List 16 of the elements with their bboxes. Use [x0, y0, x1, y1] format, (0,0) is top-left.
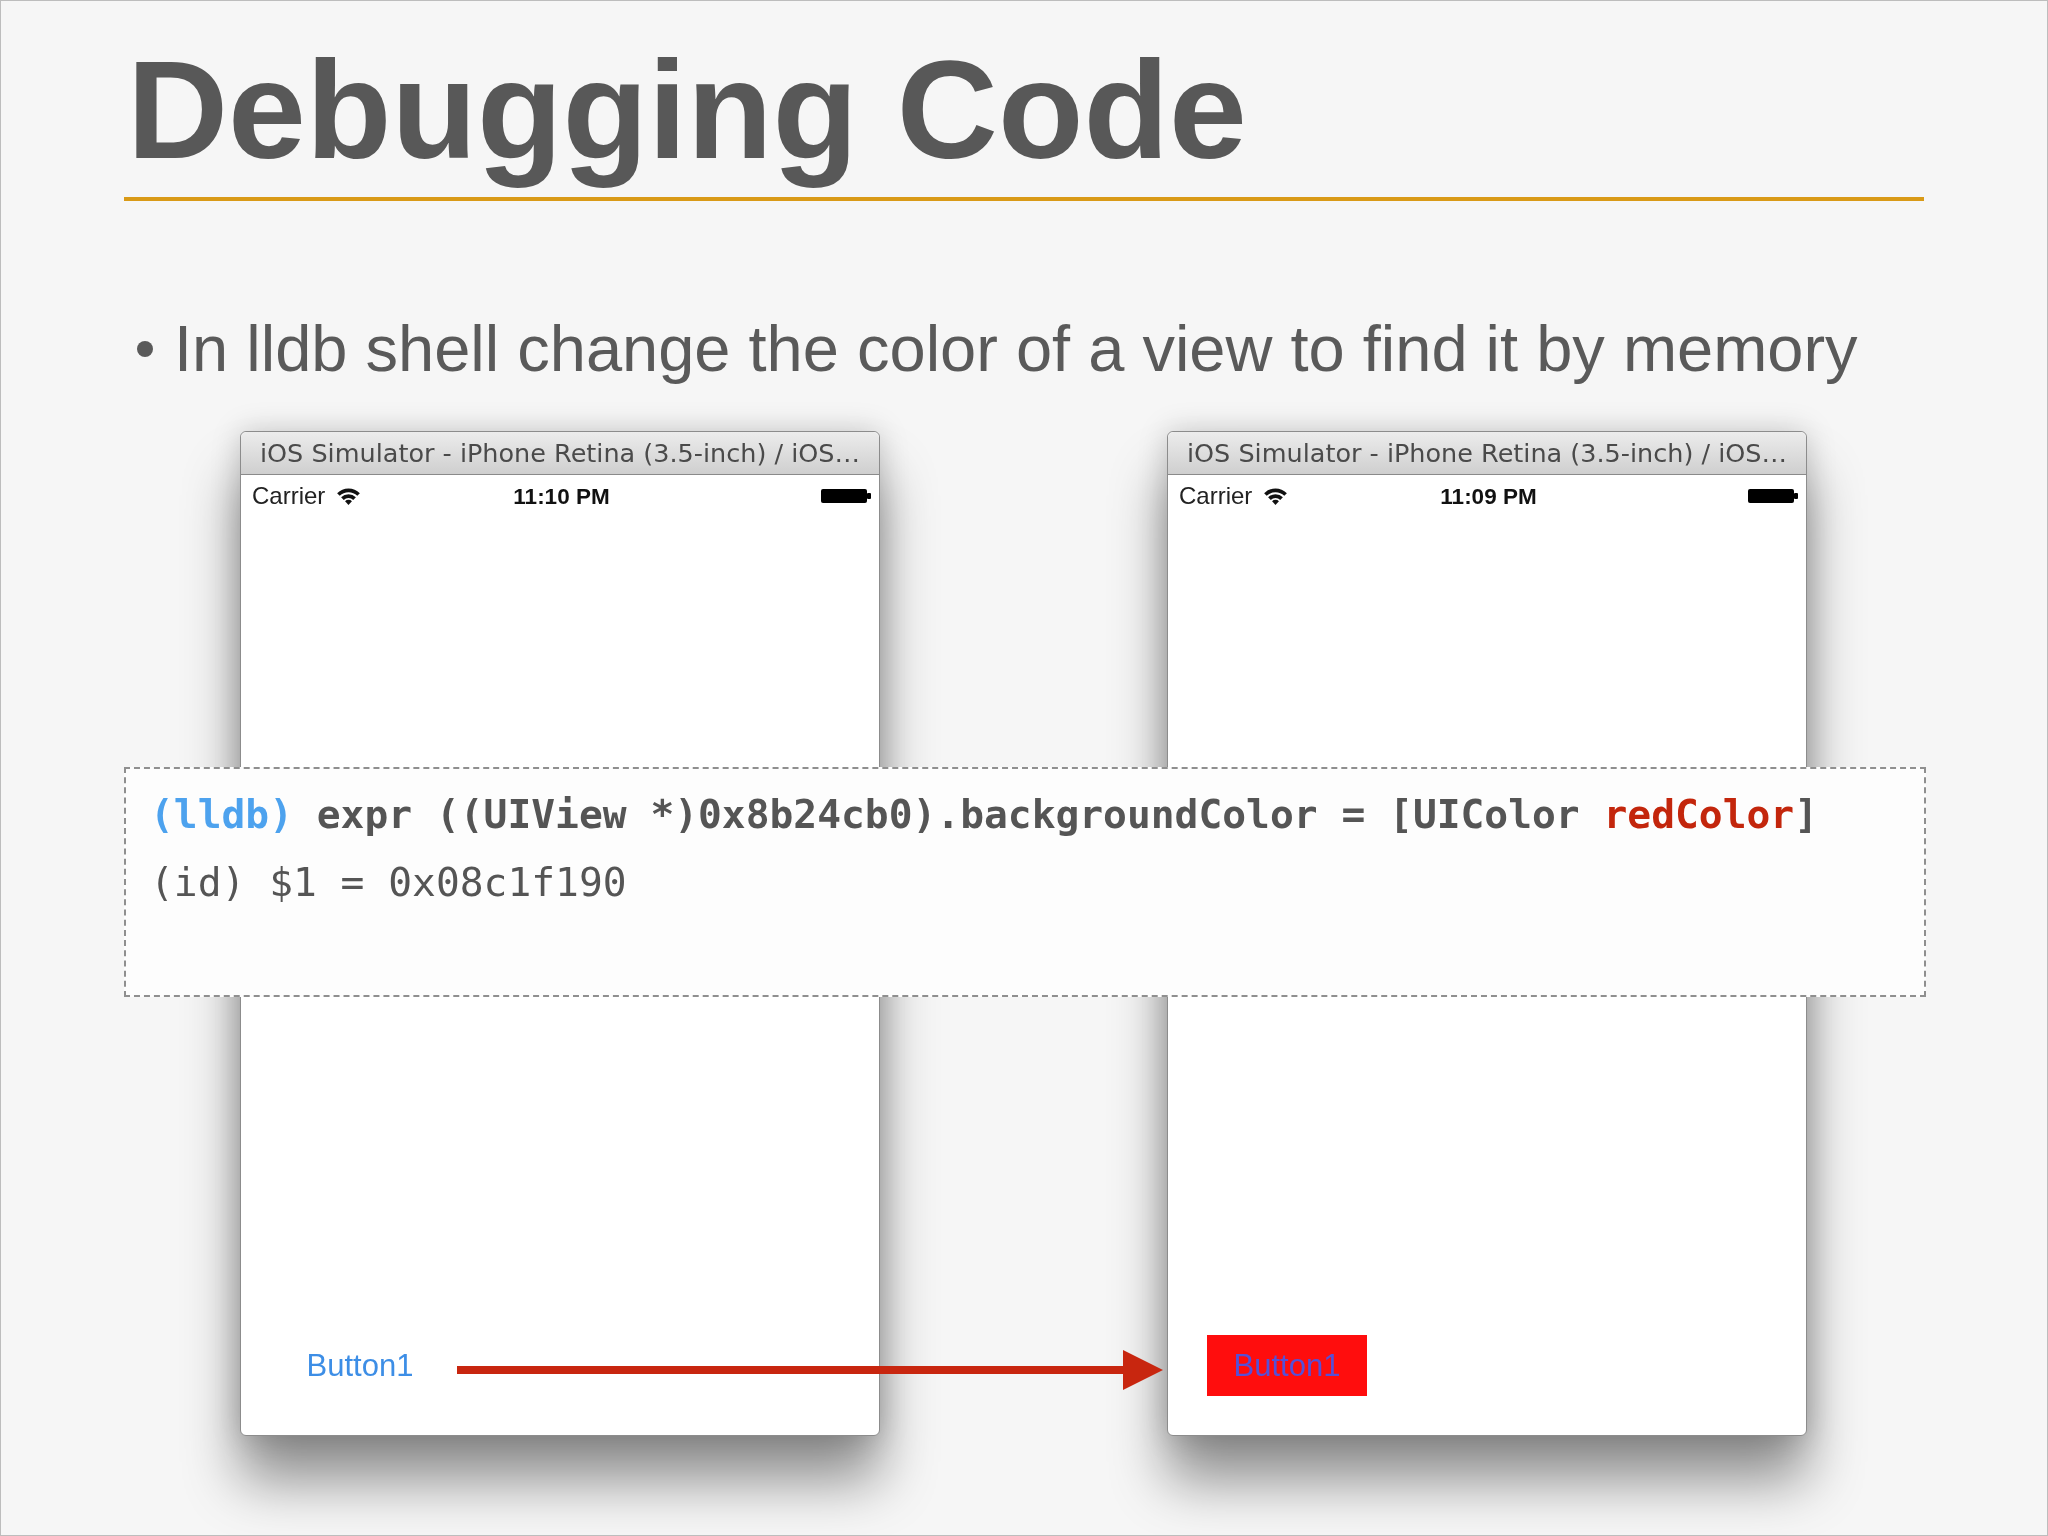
wifi-icon: [336, 487, 362, 505]
app-button[interactable]: Button1: [280, 1335, 440, 1396]
carrier-label: Carrier: [252, 481, 326, 511]
code-line: (id) $1 = 0x08c1f190: [150, 858, 627, 907]
slide-title: Debugging Code: [127, 30, 1247, 190]
bullet-text: In lldb shell change the color of a view to find it by memory: [174, 311, 1858, 387]
window-title: iOS Simulator - iPhone Retina (3.5-inch) / iOS…: [1186, 437, 1788, 469]
bullet-icon: [137, 341, 153, 357]
wifi-icon: [1263, 487, 1289, 505]
code-line: (lldb) expr ((UIView *)0x8b24cb0).backgroundColor = [UIColor redColor]: [150, 790, 1818, 839]
battery-icon: [821, 489, 871, 503]
window-title: iOS Simulator - iPhone Retina (3.5-inch) / iOS…: [259, 437, 861, 469]
carrier-label: Carrier: [1179, 481, 1253, 511]
battery-icon: [1748, 489, 1798, 503]
status-time: 11:10 PM: [513, 482, 610, 510]
status-time: 11:09 PM: [1440, 482, 1537, 510]
